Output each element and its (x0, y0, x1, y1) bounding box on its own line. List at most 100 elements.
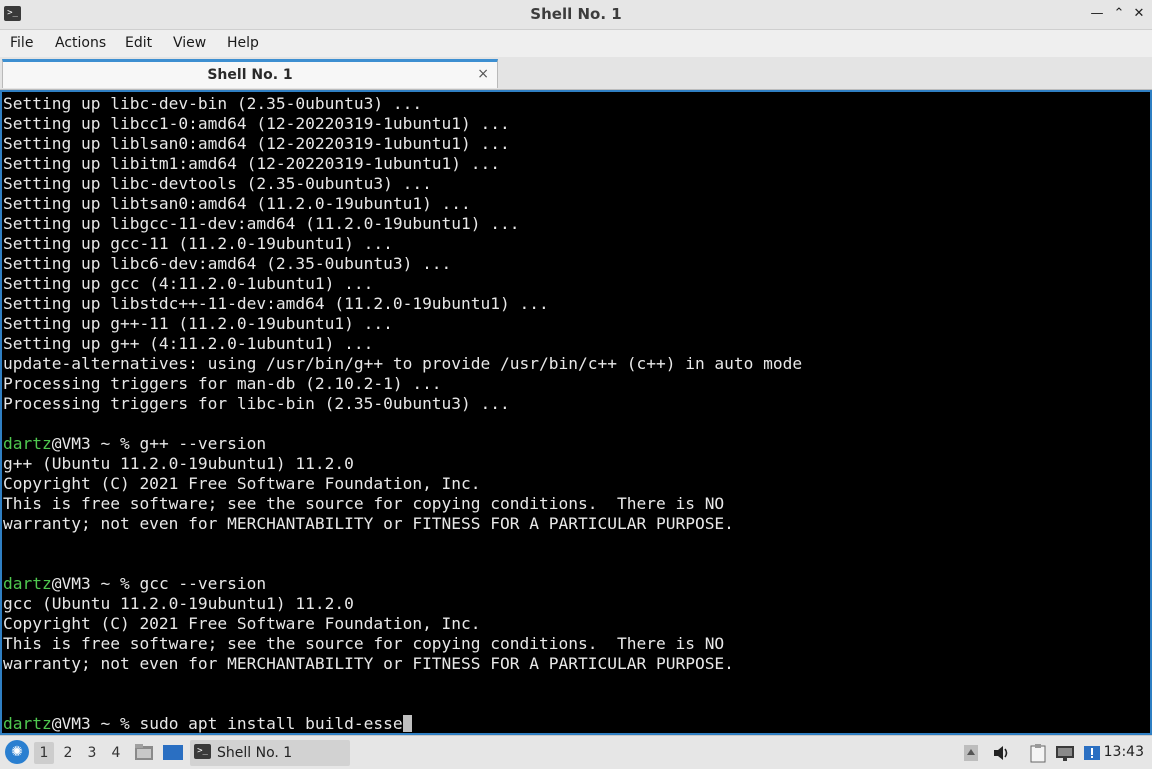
prompt-user: dartz (3, 714, 52, 733)
terminal-line: Copyright (C) 2021 Free Software Foundat… (3, 614, 802, 634)
terminal-line: warranty; not even for MERCHANTABILITY o… (3, 514, 802, 534)
terminal-line: Setting up g++ (4:11.2.0-1ubuntu1) ... (3, 334, 802, 354)
output-text: Setting up libgcc-11-dev:amd64 (11.2.0-1… (3, 214, 520, 233)
terminal-line: Setting up gcc-11 (11.2.0-19ubuntu1) ... (3, 234, 802, 254)
output-text: Processing triggers for man-db (2.10.2-1… (3, 374, 442, 393)
tab-label: Shell No. 1 (207, 67, 293, 83)
output-text: Setting up libitm1:amd64 (12-20220319-1u… (3, 154, 501, 173)
minimize-button[interactable]: — (1088, 5, 1106, 23)
output-text: This is free software; see the source fo… (3, 494, 725, 513)
output-text: Setting up libstdc++-11-dev:amd64 (11.2.… (3, 294, 549, 313)
prompt-command: g++ --version (139, 434, 267, 453)
terminal-line: Setting up libc-dev-bin (2.35-0ubuntu3) … (3, 94, 802, 114)
terminal-line: Copyright (C) 2021 Free Software Foundat… (3, 474, 802, 494)
output-text: warranty; not even for MERCHANTABILITY o… (3, 514, 734, 533)
output-text: gcc (Ubuntu 11.2.0-19ubuntu1) 11.2.0 (3, 594, 354, 613)
menu-bar: File Actions Edit View Help (0, 30, 1152, 57)
terminal-line: This is free software; see the source fo… (3, 494, 802, 514)
terminal-line: Setting up liblsan0:amd64 (12-20220319-1… (3, 134, 802, 154)
terminal-line: Setting up libgcc-11-dev:amd64 (11.2.0-1… (3, 214, 802, 234)
terminal-line: Setting up gcc (4:11.2.0-1ubuntu1) ... (3, 274, 802, 294)
output-text: Setting up gcc (4:11.2.0-1ubuntu1) ... (3, 274, 374, 293)
workspace-3[interactable]: 3 (82, 742, 102, 764)
menu-actions[interactable]: Actions (55, 30, 106, 56)
network-icon[interactable] (1054, 743, 1076, 763)
window-title: Shell No. 1 (530, 5, 622, 23)
terminal-line: Setting up libstdc++-11-dev:amd64 (11.2.… (3, 294, 802, 314)
output-text: Copyright (C) 2021 Free Software Foundat… (3, 474, 481, 493)
output-text: warranty; not even for MERCHANTABILITY o… (3, 654, 734, 673)
output-text: Setting up g++-11 (11.2.0-19ubuntu1) ... (3, 314, 393, 333)
output-text: Setting up libcc1-0:amd64 (12-20220319-1… (3, 114, 510, 133)
output-text: Setting up gcc-11 (11.2.0-19ubuntu1) ... (3, 234, 393, 253)
title-bar: >_ Shell No. 1 — ⌃ ✕ (0, 0, 1152, 30)
terminal-line: update-alternatives: using /usr/bin/g++ … (3, 354, 802, 374)
terminal-line: dartz@VM3 ~ % sudo apt install build-ess… (3, 714, 802, 733)
terminal-line: dartz@VM3 ~ % gcc --version (3, 574, 802, 594)
prompt-host: @VM3 ~ % (51, 714, 140, 733)
output-text: Setting up libc-dev-bin (2.35-0ubuntu3) … (3, 94, 423, 113)
start-menu-icon[interactable]: ✺ (5, 740, 29, 764)
prompt-command: gcc --version (139, 574, 267, 593)
workspace-1[interactable]: 1 (34, 742, 54, 764)
output-text: This is free software; see the source fo… (3, 634, 725, 653)
terminal-lines: Setting up libc-dev-bin (2.35-0ubuntu3) … (3, 94, 802, 733)
notification-icon[interactable] (1082, 743, 1102, 763)
tab-close-icon[interactable]: × (477, 64, 489, 84)
terminal-line: g++ (Ubuntu 11.2.0-19ubuntu1) 11.2.0 (3, 454, 802, 474)
terminal-task-icon: >_ (194, 744, 211, 759)
terminal-line: warranty; not even for MERCHANTABILITY o… (3, 654, 802, 674)
terminal-line: Setting up libitm1:amd64 (12-20220319-1u… (3, 154, 802, 174)
menu-help[interactable]: Help (227, 30, 259, 56)
terminal-line: Setting up libtsan0:amd64 (11.2.0-19ubun… (3, 194, 802, 214)
terminal-output[interactable]: Setting up libc-dev-bin (2.35-0ubuntu3) … (0, 90, 1152, 735)
output-text: g++ (Ubuntu 11.2.0-19ubuntu1) 11.2.0 (3, 454, 354, 473)
prompt-host: @VM3 ~ % (51, 574, 140, 593)
terminal-line: Setting up libc-devtools (2.35-0ubuntu3)… (3, 174, 802, 194)
terminal-line: Processing triggers for libc-bin (2.35-0… (3, 394, 802, 414)
output-text: Setting up liblsan0:amd64 (12-20220319-1… (3, 134, 510, 153)
text-cursor (402, 715, 412, 732)
terminal-line: This is free software; see the source fo… (3, 634, 802, 654)
clipboard-icon[interactable] (1028, 743, 1048, 763)
terminal-line: Setting up g++-11 (11.2.0-19ubuntu1) ... (3, 314, 802, 334)
output-text: Setting up g++ (4:11.2.0-1ubuntu1) ... (3, 334, 374, 353)
output-text: Setting up libc6-dev:amd64 (2.35-0ubuntu… (3, 254, 452, 273)
output-text: Setting up libc-devtools (2.35-0ubuntu3)… (3, 174, 432, 193)
output-text: update-alternatives: using /usr/bin/g++ … (3, 354, 803, 373)
prompt-command: sudo apt install build-esse (139, 714, 403, 733)
output-text: Copyright (C) 2021 Free Software Foundat… (3, 614, 481, 633)
terminal-line: gcc (Ubuntu 11.2.0-19ubuntu1) 11.2.0 (3, 594, 802, 614)
menu-edit[interactable]: Edit (125, 30, 152, 56)
restore-button[interactable]: ⌃ (1110, 5, 1128, 23)
show-desktop-icon[interactable] (162, 743, 183, 761)
taskbar-window-shell-1[interactable]: >_ Shell No. 1 (190, 740, 350, 766)
file-manager-icon[interactable] (134, 743, 154, 761)
menu-view[interactable]: View (173, 30, 206, 56)
terminal-line: Setting up libcc1-0:amd64 (12-20220319-1… (3, 114, 802, 134)
tab-bar: Shell No. 1 × (0, 57, 1152, 90)
close-window-button[interactable]: ✕ (1130, 5, 1148, 23)
prompt-user: dartz (3, 434, 52, 453)
workspace-2[interactable]: 2 (58, 742, 78, 764)
menu-file[interactable]: File (10, 30, 33, 56)
terminal-line: Processing triggers for man-db (2.10.2-1… (3, 374, 802, 394)
volume-icon[interactable] (990, 743, 1012, 763)
taskbar: ✺ 1 2 3 4 >_ Shell No. 1 13:43 (0, 735, 1152, 769)
terminal-line: dartz@VM3 ~ % g++ --version (3, 434, 802, 454)
prompt-host: @VM3 ~ % (51, 434, 140, 453)
task-label: Shell No. 1 (217, 745, 293, 761)
clock: 13:43 (1103, 744, 1144, 760)
terminal-line: Setting up libc6-dev:amd64 (2.35-0ubuntu… (3, 254, 802, 274)
prompt-user: dartz (3, 574, 52, 593)
workspace-4[interactable]: 4 (106, 742, 126, 764)
tray-up-icon[interactable] (962, 743, 980, 763)
output-text: Setting up libtsan0:amd64 (11.2.0-19ubun… (3, 194, 471, 213)
output-text: Processing triggers for libc-bin (2.35-0… (3, 394, 510, 413)
tab-shell-1[interactable]: Shell No. 1 × (2, 59, 498, 88)
